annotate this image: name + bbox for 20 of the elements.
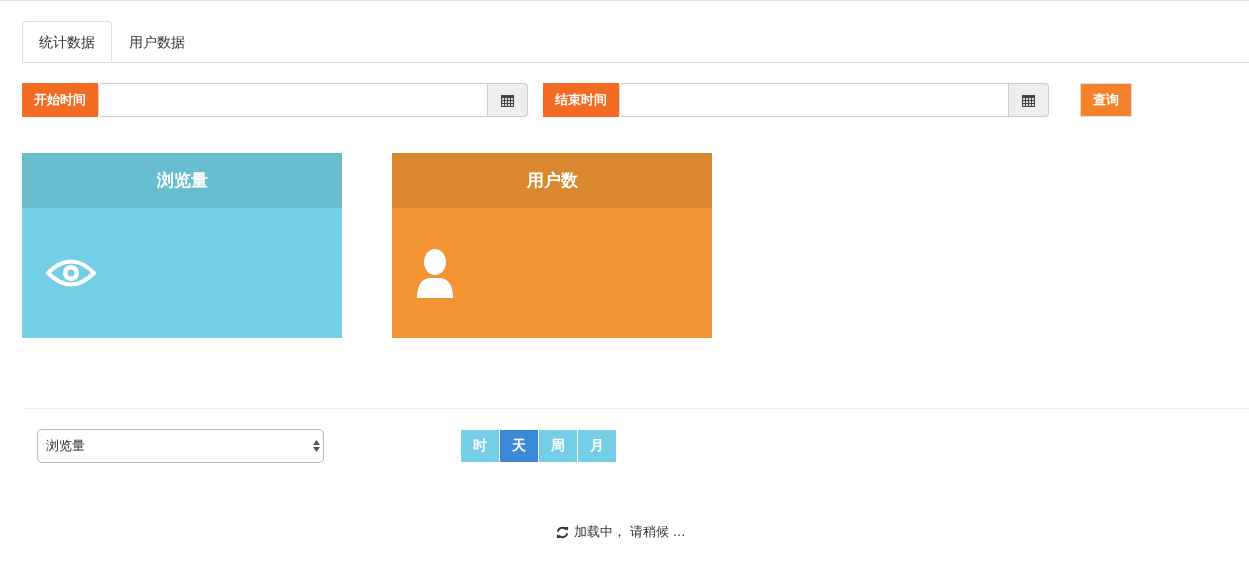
refresh-icon (555, 525, 569, 539)
calendar-button[interactable] (1009, 83, 1049, 117)
start-time-field[interactable] (98, 83, 488, 117)
calendar-icon (501, 93, 514, 107)
end-time-field[interactable] (619, 83, 1009, 117)
loading-text: 加载中， 请稍候 ... (573, 523, 686, 541)
card-title: 用户数 (392, 153, 712, 208)
eye-icon (46, 258, 96, 288)
period-button[interactable]: 天 (500, 430, 538, 462)
tab[interactable]: 统计数据 (22, 21, 112, 62)
query-button[interactable]: 查询 (1080, 83, 1132, 117)
calendar-icon (1022, 93, 1035, 107)
tab[interactable]: 用户数据 (112, 21, 202, 62)
updown-icon (313, 440, 320, 452)
metric-select[interactable]: 浏览量 (37, 429, 324, 463)
start-time-label: 开始时间 (22, 83, 98, 117)
end-time-label: 结束时间 (543, 83, 619, 117)
user-icon (416, 248, 454, 298)
card-title: 浏览量 (22, 153, 342, 208)
calendar-button[interactable] (488, 83, 528, 117)
